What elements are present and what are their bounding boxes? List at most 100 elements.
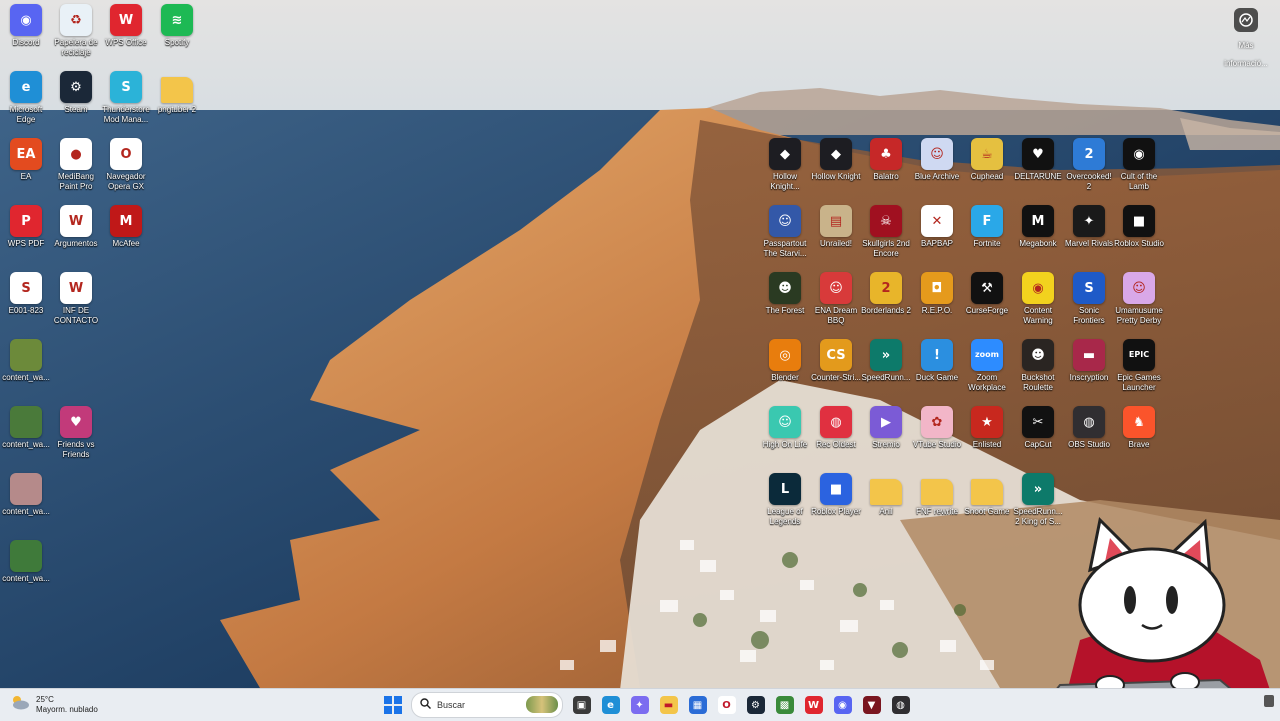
desktop-icon[interactable]: CS Counter-Stri... [810, 335, 862, 383]
desktop-icon[interactable]: ▤ Unrailed! [810, 201, 862, 249]
taskbar-discord-button[interactable]: ◉ [832, 694, 854, 716]
desktop-icon[interactable]: » SpeedRunn... [860, 335, 912, 383]
desktop-icon[interactable]: content_wa... [0, 536, 52, 584]
desktop-icon[interactable]: ☺ Passpartout The Starvi... [759, 201, 811, 259]
desktop-icon[interactable]: 2 Borderlands 2 [860, 268, 912, 316]
taskbar-task-view-button[interactable]: ▣ [571, 694, 593, 716]
desktop-icon[interactable]: ♻ Papelera de reciclaje [50, 0, 102, 58]
desktop-icon[interactable]: ◘ R.E.P.O. [911, 268, 963, 316]
desktop-icon[interactable]: W Argumentos [50, 201, 102, 249]
roblox-player-icon: ■ [820, 473, 852, 505]
desktop-icon[interactable]: ☻ Buckshot Roulette [1012, 335, 1064, 393]
desktop-icon[interactable]: ☺ High On Life [759, 402, 811, 450]
desktop-icon[interactable]: pngtuber 2 [151, 67, 203, 115]
desktop-icon[interactable]: W WPS Office [100, 0, 152, 48]
taskbar-wps-office-button[interactable]: W [803, 694, 825, 716]
desktop-icon[interactable]: S Sonic Frontiers [1063, 268, 1115, 326]
overcooked-icon: 2 [1073, 138, 1105, 170]
desktop-icon[interactable]: ☺ Umamusume Pretty Derby [1113, 268, 1165, 326]
desktop-icon[interactable]: zoom Zoom Workplace [961, 335, 1013, 393]
recycle-bin-icon: ♻ [60, 4, 92, 36]
desktop-icon[interactable]: » SpeedRunn... 2 King of S... [1012, 469, 1064, 527]
desktop-icon[interactable]: ⚙ Steam [50, 67, 102, 115]
desktop-icon[interactable]: ✿ VTube Studio [911, 402, 963, 450]
desktop-icon[interactable]: S Thunderstore Mod Mana... [100, 67, 152, 125]
desktop-icon[interactable]: EA EA [0, 134, 52, 182]
desktop-icon[interactable]: ✦ Marvel Rivals [1063, 201, 1115, 249]
desktop-icon-label: Blue Archive [914, 172, 960, 181]
desktop-icon-label: Navegador Opera GX [106, 172, 146, 191]
desktop-icon-label: WPS Office [105, 38, 147, 47]
desktop-icon[interactable]: ■ Roblox Player [810, 469, 862, 517]
desktop-icon[interactable]: ♞ Brave [1113, 402, 1165, 450]
desktop-icon[interactable]: content_wa... [0, 469, 52, 517]
desktop-icon-label: FNF rewrite [916, 507, 958, 516]
desktop-icon[interactable]: ✂ CapCut [1012, 402, 1064, 450]
desktop-icon[interactable]: ☺ Blue Archive [911, 134, 963, 182]
desktop-icon[interactable]: ⚒ CurseForge [961, 268, 1013, 316]
task-view-icon: ▣ [572, 696, 591, 714]
desktop-icon[interactable]: ◉ Content Warning [1012, 268, 1064, 326]
taskbar-obs-studio-button[interactable]: ◍ [890, 694, 912, 716]
desktop-icon[interactable]: O Navegador Opera GX [100, 134, 152, 192]
taskbar-edge-button[interactable]: e [600, 694, 622, 716]
desktop-icon[interactable]: ♣ Balatro [860, 134, 912, 182]
desktop-icon[interactable]: FNF rewrite [911, 469, 963, 517]
desktop-icon[interactable]: ♥ DELTARUNE [1012, 134, 1064, 182]
desktop-icon[interactable]: M McAfee [100, 201, 152, 249]
desktop-icon[interactable]: Anil [860, 469, 912, 517]
taskbar-vtuber-app-button[interactable]: ▼ [861, 694, 883, 716]
desktop-icon-label: MediBang Paint Pro [57, 172, 95, 191]
desktop-icon[interactable]: ♥ Friends vs Friends [50, 402, 102, 460]
taskbar-file-explorer-button[interactable]: ▬ [658, 694, 680, 716]
desktop-icon-label: Inscryption [1069, 373, 1109, 382]
desktop-icon[interactable]: P WPS PDF [0, 201, 52, 249]
desktop-icon[interactable]: W INF DE CONTACTO [50, 268, 102, 326]
search-box[interactable]: Buscar [411, 692, 563, 718]
desktop-icon[interactable]: ◉ Discord [0, 0, 52, 48]
desktop-icon[interactable]: ◍ Rec Oldest [810, 402, 862, 450]
start-button[interactable] [382, 694, 404, 716]
desktop-icon[interactable]: ■ Roblox Studio [1113, 201, 1165, 249]
taskbar-opera-gx-button[interactable]: O [716, 694, 738, 716]
search-highlight-image [526, 696, 558, 713]
desktop-icon[interactable]: S E001-823 [0, 268, 52, 316]
desktop-icon[interactable]: EPIC Epic Games Launcher [1113, 335, 1165, 393]
desktop-icon[interactable]: ☺ ENA Dream BBQ [810, 268, 862, 326]
desktop-icon[interactable]: ! Duck Game [911, 335, 963, 383]
desktop-icon[interactable]: e Microsoft Edge [0, 67, 52, 125]
desktop-icon[interactable]: content_wa... [0, 335, 52, 383]
desktop-icon[interactable]: ◍ OBS Studio [1063, 402, 1115, 450]
taskbar-microsoft-store-button[interactable]: ▦ [687, 694, 709, 716]
desktop-icon[interactable]: ★ Enlisted [961, 402, 1013, 450]
desktop-icon[interactable]: content_wa... [0, 402, 52, 450]
desktop-icon[interactable]: F Fortnite [961, 201, 1013, 249]
word-doc-icon: W [60, 205, 92, 237]
taskbar-minecraft-button[interactable]: ▩ [774, 694, 796, 716]
desktop-icon[interactable]: ≋ Spotify [151, 0, 203, 48]
desktop-icon-label: Epic Games Launcher [1117, 373, 1161, 392]
desktop-icon[interactable]: ☻ The Forest [759, 268, 811, 316]
weather-widget[interactable]: 25°C Mayorm. nublado [10, 694, 98, 715]
marvel-rivals-icon: ✦ [1073, 205, 1105, 237]
taskbar-copilot-button[interactable]: ✦ [629, 694, 651, 716]
tray-app-icon[interactable] [1264, 695, 1274, 707]
desktop-icon[interactable]: M Megabonk [1012, 201, 1064, 249]
desktop-icon[interactable]: ☕ Cuphead [961, 134, 1013, 182]
desktop-icon-label: Blender [771, 373, 799, 382]
taskbar-steam-button[interactable]: ⚙ [745, 694, 767, 716]
desktop-icon[interactable]: ◉ Cult of the Lamb [1113, 134, 1165, 192]
desktop-icon[interactable]: ▶ Stremio [860, 402, 912, 450]
desktop-icon[interactable]: ◎ Blender [759, 335, 811, 383]
desktop-icon[interactable]: 2 Overcooked! 2 [1063, 134, 1115, 192]
desktop-icon[interactable]: Snoot Game [961, 469, 1013, 517]
borderlands-icon: 2 [870, 272, 902, 304]
desktop-icon[interactable]: L League of Legends [759, 469, 811, 527]
more-info-widget[interactable]: Más informació... [1220, 8, 1272, 71]
desktop-icon[interactable]: ◆ Hollow Knight... [759, 134, 811, 192]
desktop-icon[interactable]: ✕ BAPBAP [911, 201, 963, 249]
desktop-icon[interactable]: ▬ Inscryption [1063, 335, 1115, 383]
desktop-icon[interactable]: ◆ Hollow Knight [810, 134, 862, 182]
desktop-icon[interactable]: ☠ Skullgirls 2nd Encore [860, 201, 912, 259]
desktop-icon[interactable]: ● MediBang Paint Pro [50, 134, 102, 192]
